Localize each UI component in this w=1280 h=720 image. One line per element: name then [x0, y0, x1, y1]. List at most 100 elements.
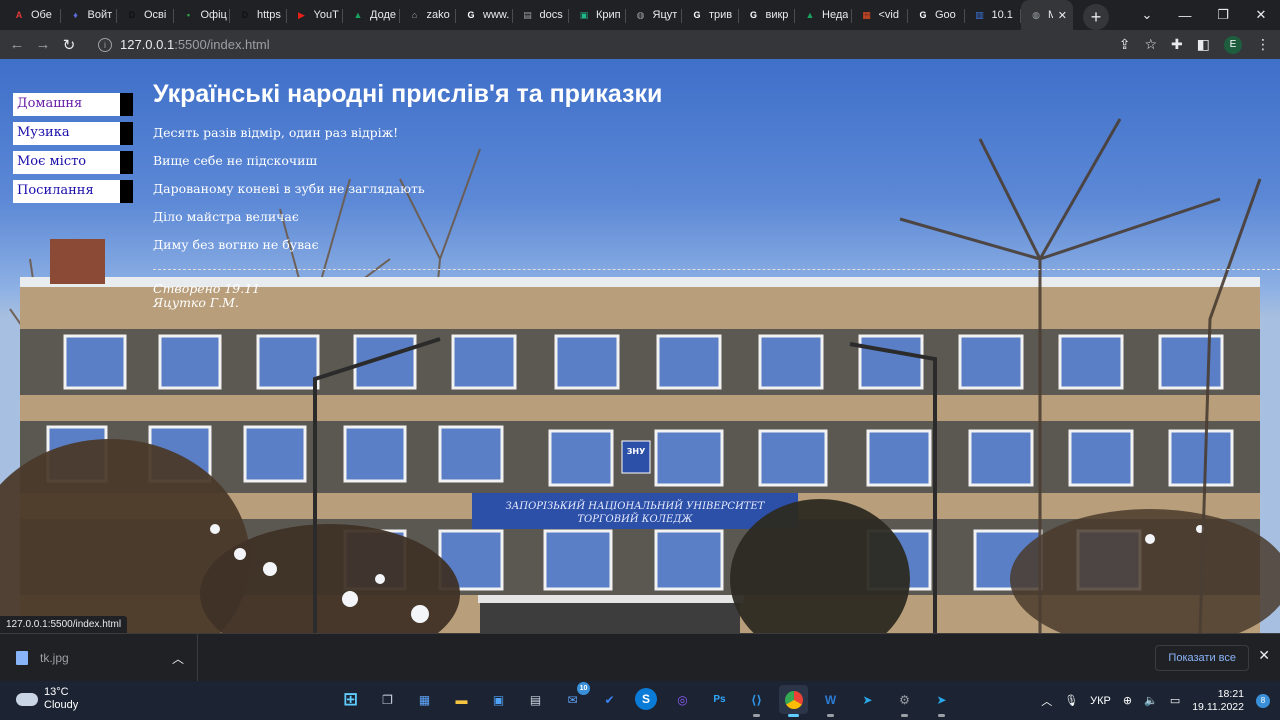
chevron-up-tray-icon[interactable]: ︿ — [1041, 693, 1052, 709]
nav-link-home[interactable]: Домашня — [13, 93, 133, 116]
word-icon[interactable]: W — [816, 685, 845, 717]
browser-tab[interactable]: Gwww. — [456, 0, 513, 30]
svg-text:ТОРГОВИЙ КОЛЕДЖ: ТОРГОВИЙ КОЛЕДЖ — [577, 513, 693, 525]
calendar-icon[interactable]: ▦ — [410, 685, 439, 714]
drive-icon: ▲ — [805, 10, 815, 20]
side-navigation: Домашня Музика Моє місто Посилання — [13, 93, 133, 209]
browser-tab[interactable]: ◍ М ✕ — [1021, 0, 1073, 30]
browser-tab[interactable]: ▦ <vid — [852, 0, 909, 30]
vscode-icon[interactable]: ⟨⟩ — [742, 685, 771, 717]
tab-title: 10.1 — [991, 9, 1013, 21]
close-window-button[interactable]: ✕ — [1242, 7, 1280, 23]
photoshop-icon[interactable]: Ps — [705, 685, 734, 714]
nav-link-links[interactable]: Посилання — [13, 180, 133, 203]
minimize-button[interactable]: — — [1166, 8, 1204, 23]
battery-icon[interactable]: ▭ — [1170, 694, 1180, 707]
forward-button[interactable]: → — [30, 36, 56, 53]
side-panel-icon[interactable]: ◧ — [1197, 36, 1210, 53]
start-menu-icon[interactable]: ⊞ — [336, 685, 365, 714]
download-filename: tk.jpg — [40, 651, 69, 665]
chevron-up-icon[interactable]: ︿ — [172, 650, 184, 667]
browser-tab[interactable]: ♦ Войт — [61, 0, 118, 30]
browser-tab[interactable]: ▥ 10.1 — [965, 0, 1022, 30]
browser-tab[interactable]: Gтрив — [682, 0, 739, 30]
extensions-icon[interactable]: ✚ — [1171, 36, 1183, 53]
close-icon[interactable]: ✕ — [1258, 647, 1270, 664]
house-icon: ⌂ — [411, 10, 418, 20]
page-viewport: ЗАПОРІЗЬКИЙ НАЦІОНАЛЬНИЙ УНІВЕРСИТЕТ ТОР… — [0, 59, 1280, 633]
show-all-button[interactable]: Показати все — [1155, 645, 1249, 671]
ellipsis-icon: • — [186, 10, 191, 20]
profile-avatar[interactable]: E — [1224, 35, 1242, 54]
share-icon[interactable]: ⇪ — [1119, 36, 1131, 53]
google-icon: G — [749, 10, 757, 20]
mail-icon[interactable]: ✉ 10 — [558, 682, 590, 714]
browser-tab[interactable]: Dhttps — [230, 0, 287, 30]
site-info-icon[interactable]: i — [98, 37, 112, 52]
browser-tab[interactable]: Gвикр — [739, 0, 796, 30]
browser-tab[interactable]: ▲ Доде — [343, 0, 400, 30]
browser-tab[interactable]: ▲ Неда — [795, 0, 852, 30]
google-icon: G — [693, 10, 701, 20]
tab-title: Goo — [935, 9, 956, 21]
browser-tab[interactable]: ⌂ zako — [400, 0, 457, 30]
acrobat-icon: A — [15, 10, 23, 20]
task-view-icon[interactable]: ❐ — [373, 685, 402, 714]
network-globe-icon[interactable]: ⊕ — [1123, 694, 1132, 707]
browser-tab[interactable]: D Осві — [117, 0, 174, 30]
file-icon — [16, 651, 28, 665]
university-logo — [621, 440, 651, 474]
system-tray: ︿ 🎙 УКР ⊕ 🔈 ▭ 18:21 19.11.2022 8 — [1041, 681, 1270, 720]
footer-created: Створено 19.11 — [153, 281, 261, 296]
tab-search-icon[interactable]: ⌄ — [1128, 7, 1166, 23]
reload-button[interactable]: ↻ — [56, 36, 82, 54]
docs-icon: ▤ — [523, 9, 532, 20]
weather-widget[interactable]: 13°C Cloudy — [16, 686, 78, 712]
settings-gear-icon[interactable]: ⚙ — [890, 685, 919, 717]
address-url[interactable]: 127.0.0.1:5500/index.html — [120, 37, 270, 52]
skype-icon[interactable]: S — [635, 688, 657, 710]
page-title: Українські народні прислів'я та приказки — [153, 80, 663, 108]
tab-title: docs — [539, 9, 563, 21]
globe-icon: ◍ — [1032, 9, 1040, 20]
telegram-web-icon[interactable]: ➤ — [927, 685, 956, 717]
store-icon[interactable]: ▣ — [484, 685, 513, 714]
window-controls: ⌄ — ❐ ✕ — [1128, 0, 1280, 30]
browser-tab[interactable]: • Офіц — [174, 0, 231, 30]
browser-tab[interactable]: ▣ Крип — [569, 0, 626, 30]
microsoft-icon: ▦ — [862, 9, 871, 20]
proverb-5: Диму без вогню не буває — [153, 237, 319, 252]
menu-kebab-icon[interactable]: ⋮ — [1256, 36, 1270, 53]
chrome-icon[interactable] — [779, 685, 808, 717]
volume-icon[interactable]: 🔈 — [1144, 694, 1158, 707]
todo-icon[interactable]: ✔ — [595, 685, 624, 714]
nav-link-music[interactable]: Музика — [13, 122, 133, 145]
browser-tab[interactable]: A Обе — [4, 0, 61, 30]
telegram-icon[interactable]: ➤ — [853, 685, 882, 714]
browser-tab[interactable]: G Goo — [908, 0, 965, 30]
address-bar[interactable]: i 127.0.0.1:5500/index.html — [90, 32, 1150, 57]
browser-tab[interactable]: ▤ docs — [513, 0, 570, 30]
microphone-icon[interactable]: 🎙 — [1064, 694, 1078, 707]
browser-toolbar: ← → ↻ i 127.0.0.1:5500/index.html ⇪ ☆ ✚ … — [0, 30, 1280, 59]
clock[interactable]: 18:21 19.11.2022 — [1192, 688, 1244, 714]
viber-icon[interactable]: ◎ — [668, 685, 697, 714]
status-url-bubble: 127.0.0.1:5500/index.html — [0, 616, 128, 633]
nav-link-my-city[interactable]: Моє місто — [13, 151, 133, 174]
bookmark-star-icon[interactable]: ☆ — [1144, 36, 1157, 53]
proverb-4: Діло майстра величає — [153, 209, 299, 224]
new-tab-button[interactable]: + — [1083, 4, 1109, 30]
calculator-icon[interactable]: ▤ — [521, 685, 550, 714]
weather-condition: Cloudy — [44, 699, 79, 711]
google-icon: G — [919, 10, 927, 20]
back-button[interactable]: ← — [4, 36, 30, 53]
restore-button[interactable]: ❐ — [1204, 7, 1242, 23]
footer-author: Яцутко Г.М. — [153, 295, 239, 310]
browser-tab[interactable]: ▶ YouT — [287, 0, 344, 30]
file-explorer-icon[interactable]: ▬ — [447, 685, 476, 714]
download-item[interactable]: tk.jpg — [0, 634, 198, 682]
close-tab-icon[interactable]: ✕ — [1058, 9, 1067, 22]
browser-tab[interactable]: ◍ Яцут — [626, 0, 683, 30]
notifications-badge[interactable]: 8 — [1256, 693, 1270, 708]
language-indicator[interactable]: УКР — [1090, 695, 1111, 707]
